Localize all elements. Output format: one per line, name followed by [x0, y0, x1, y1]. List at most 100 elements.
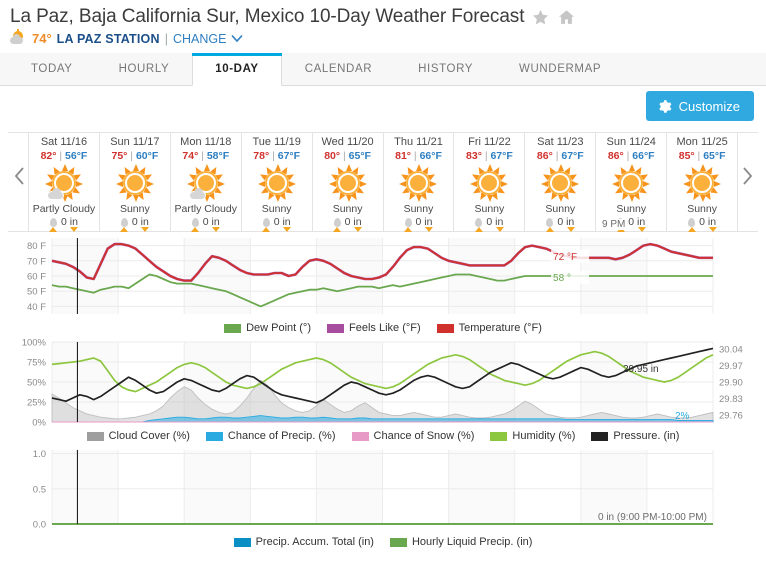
- legend-item[interactable]: Dew Point (°): [224, 322, 311, 334]
- forecast-day-card[interactable]: Fri 11/22 83° | 67°F Sunny 0 in: [454, 133, 526, 232]
- forecast-day-card[interactable]: Sun 11/17 75° | 60°F Sunny 0 in: [100, 133, 171, 232]
- forecast-day-high: 86°: [536, 150, 553, 162]
- forecast-day-condition: Sunny: [616, 203, 647, 215]
- forecast-day-condition: Sunny: [687, 203, 717, 215]
- forecast-day-condition: Partly Cloudy: [174, 203, 237, 215]
- star-icon[interactable]: [531, 8, 550, 27]
- prev-days-arrow[interactable]: [10, 163, 28, 189]
- forecast-day-condition: Sunny: [474, 203, 505, 215]
- forecast-day-temps: 80° | 65°F: [324, 150, 371, 162]
- humidity-pressure-chart-legend: Cloud Cover (%) Chance of Precip. (%) Chan…: [8, 428, 758, 444]
- water-drop-icon: [688, 217, 696, 227]
- tab-10-day[interactable]: 10-DAY: [192, 53, 283, 86]
- svg-text:29.95 in: 29.95 in: [623, 364, 659, 375]
- humidity-pressure-chart-svg[interactable]: 0% 25% 50% 75% 100% 29.76 29.83 29.90 29.97 30.04…: [8, 336, 758, 429]
- water-drop-icon: [546, 217, 554, 227]
- station-name[interactable]: LA PAZ STATION: [57, 32, 160, 46]
- svg-text:0%: 0%: [32, 418, 46, 429]
- legend-swatch: [591, 431, 609, 441]
- tab-wundermap[interactable]: WUNDERMAP: [496, 53, 624, 86]
- tab-calendar[interactable]: CALENDAR: [282, 53, 395, 86]
- forecast-day-card[interactable]: Sat 11/16 82° | 56°F Partly Cloudy 0 in: [28, 133, 100, 232]
- legend-item[interactable]: Precip. Accum. Total (in): [233, 536, 374, 548]
- tab-today[interactable]: TODAY: [8, 53, 96, 86]
- legend-label: Pressure. (in): [613, 430, 680, 442]
- partly-cloudy-icon: [187, 164, 225, 202]
- svg-text:40 F: 40 F: [27, 302, 46, 313]
- temperature-chart-svg[interactable]: 40 F 50 F 60 F 70 F 80 F 72 °F 58 °: [8, 232, 758, 320]
- tab-history[interactable]: HISTORY: [395, 53, 496, 86]
- forecast-day-icon-wrap: [596, 162, 666, 204]
- sunny-icon: [683, 164, 721, 202]
- forecast-day-temps: 82° | 56°F: [40, 150, 88, 162]
- forecast-day-high: 75°: [111, 150, 128, 162]
- temperature-chart[interactable]: 40 F 50 F 60 F 70 F 80 F 72 °F 58 ° Dew Point …: [8, 232, 758, 336]
- legend-item[interactable]: Feels Like (°F): [327, 322, 421, 334]
- precipitation-chart-svg[interactable]: 0.0 0.5 1.0 0 in (9:00 PM-10:00 PM): [8, 444, 758, 534]
- forecast-day-high: 83°: [466, 150, 482, 162]
- water-drop-icon: [49, 217, 57, 227]
- legend-label: Chance of Precip. (%): [227, 430, 336, 442]
- legend-item[interactable]: Chance of Snow (%): [351, 430, 474, 442]
- legend-item[interactable]: Temperature (°F): [436, 322, 542, 334]
- precipitation-chart-legend: Precip. Accum. Total (in) Hourly Liquid P…: [8, 534, 758, 550]
- hover-time-label: 9 PM: [600, 219, 628, 230]
- svg-text:75%: 75%: [27, 358, 47, 369]
- legend-item[interactable]: Pressure. (in): [591, 430, 679, 442]
- forecast-day-low: 65°F: [703, 150, 726, 162]
- chevron-down-icon[interactable]: [231, 34, 244, 43]
- forecast-day-card[interactable]: Sun 11/24 86° | 66°F Sunny 0 in: [596, 133, 668, 232]
- svg-text:58 °: 58 °: [553, 273, 571, 284]
- forecast-day-low: 60°F: [135, 150, 159, 162]
- forecast-day-card[interactable]: Thu 11/21 81° | 66°F Sunny 0 in: [384, 133, 455, 232]
- next-days-arrow[interactable]: [738, 163, 756, 189]
- forecast-strip: Sat 11/16 82° | 56°F Partly Cloudy 0 in Sun …: [8, 132, 758, 232]
- forecast-day-low: 65°F: [348, 150, 371, 162]
- toolbar: Customize: [0, 86, 766, 132]
- home-icon[interactable]: [557, 8, 576, 27]
- temperature-chart-legend: Dew Point (°) Feels Like (°F) Temperature …: [8, 320, 758, 336]
- forecast-day-temps: 78° | 67°F: [253, 150, 301, 162]
- forecast-day-high: 74°: [182, 150, 199, 162]
- forecast-day-date: Wed 11/20: [321, 136, 374, 148]
- legend-item[interactable]: Hourly Liquid Precip. (in): [389, 536, 533, 548]
- forecast-day-card[interactable]: Sat 11/23 86° | 67°F Sunny 0 in: [525, 133, 597, 232]
- legend-item[interactable]: Humidity (%): [490, 430, 575, 442]
- forecast-day-card[interactable]: Tue 11/19 78° | 67°F Sunny 0 in: [242, 133, 313, 232]
- forecast-day-condition: Sunny: [119, 203, 150, 215]
- water-drop-icon: [262, 217, 270, 227]
- legend-label: Hourly Liquid Precip. (in): [411, 536, 533, 548]
- svg-text:29.90: 29.90: [719, 378, 743, 389]
- sunny-icon: [258, 164, 296, 202]
- tab-hourly[interactable]: HOURLY: [96, 53, 193, 86]
- legend-item[interactable]: Chance of Precip. (%): [205, 430, 336, 442]
- forecast-day-card[interactable]: Mon 11/25 85° | 65°F Sunny 0 in: [667, 133, 739, 232]
- forecast-day-card[interactable]: Mon 11/18 74° | 58°F Partly Cloudy 0 in: [171, 133, 242, 232]
- legend-swatch: [436, 323, 454, 333]
- page-title: La Paz, Baja California Sur, Mexico 10-D…: [10, 6, 525, 27]
- legend-swatch: [389, 537, 407, 547]
- forecast-day-date: Sat 11/16: [40, 136, 88, 148]
- water-drop-icon: [120, 217, 128, 227]
- legend-swatch: [327, 323, 344, 333]
- forecast-day-low: 67°F: [277, 150, 301, 162]
- forecast-day-list: Sat 11/16 82° | 56°F Partly Cloudy 0 in Sun …: [28, 133, 739, 232]
- current-temperature: 74°: [32, 31, 52, 46]
- sunny-icon: [470, 164, 508, 202]
- forecast-day-icon-wrap: [242, 162, 312, 204]
- svg-text:29.83: 29.83: [719, 394, 743, 405]
- precipitation-chart[interactable]: 0.0 0.5 1.0 0 in (9:00 PM-10:00 PM) Precip.…: [8, 444, 758, 550]
- forecast-day-condition: Sunny: [403, 203, 434, 215]
- svg-text:29.97: 29.97: [719, 361, 743, 372]
- forecast-day-temps: 83° | 67°F: [466, 150, 513, 162]
- gear-icon: [658, 99, 672, 113]
- legend-label: Precip. Accum. Total (in): [255, 536, 374, 548]
- water-drop-icon: [404, 217, 412, 227]
- forecast-day-temps: 86° | 66°F: [607, 150, 655, 162]
- forecast-day-card[interactable]: Wed 11/20 80° | 65°F Sunny 0 in: [313, 133, 384, 232]
- legend-item[interactable]: Cloud Cover (%): [86, 430, 190, 442]
- customize-button[interactable]: Customize: [645, 91, 754, 121]
- legend-swatch: [86, 431, 104, 441]
- humidity-pressure-chart[interactable]: 0% 25% 50% 75% 100% 29.76 29.83 29.90 29.97 30.04…: [8, 336, 758, 444]
- change-station-link[interactable]: CHANGE: [173, 32, 226, 46]
